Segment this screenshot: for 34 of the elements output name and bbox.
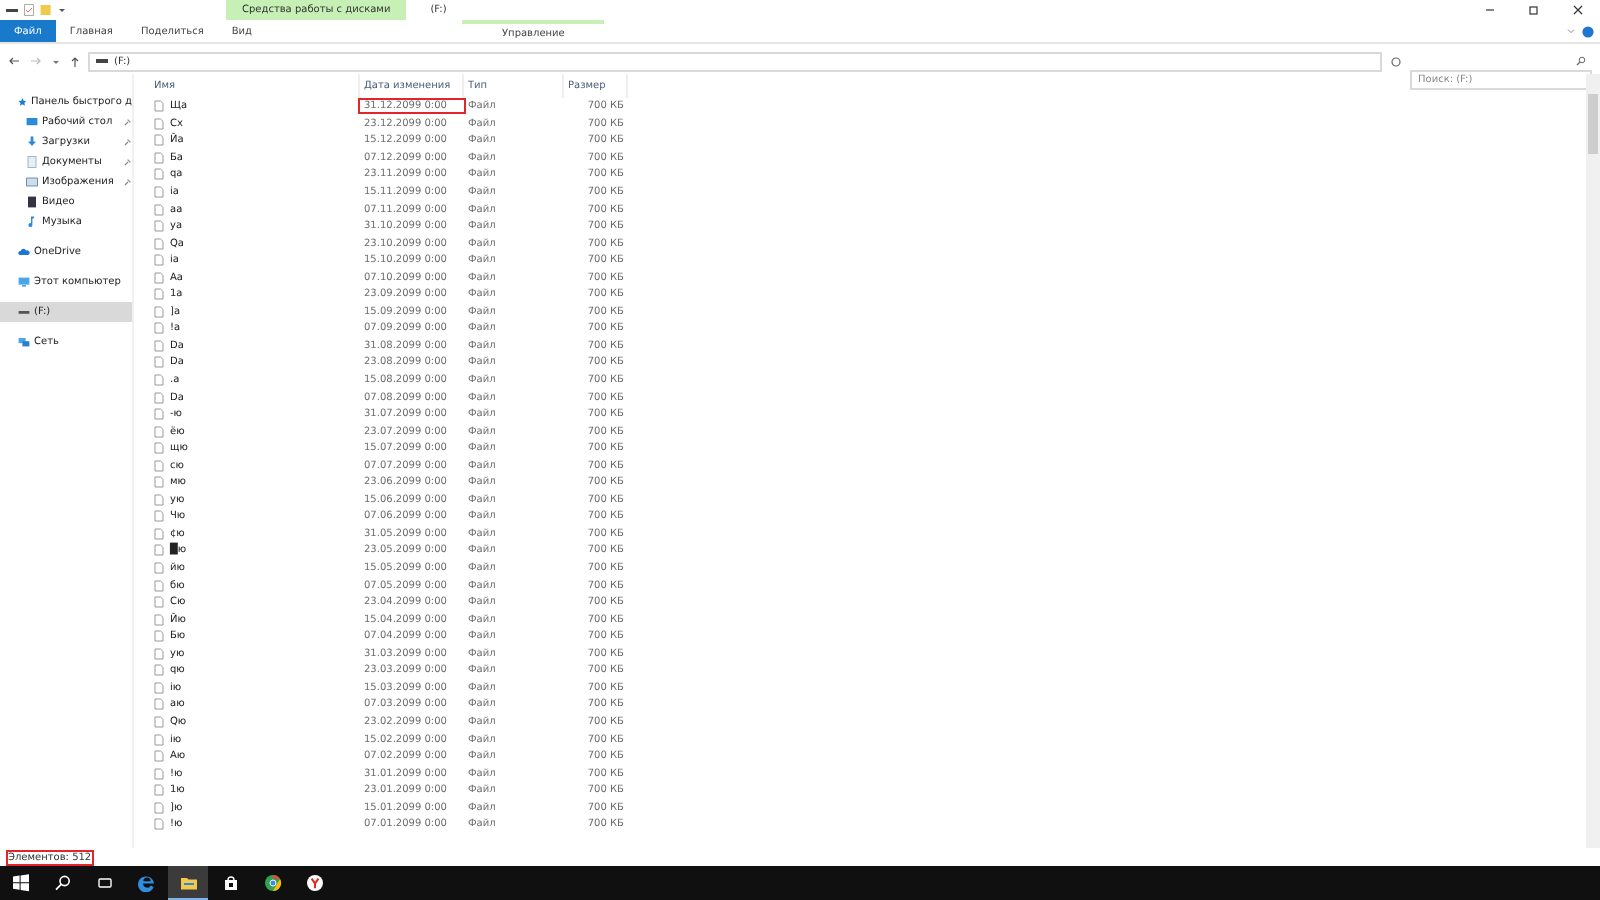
windows-icon <box>11 874 29 892</box>
task-view-icon <box>95 874 113 892</box>
store-icon <box>221 874 239 892</box>
chrome-icon <box>263 874 281 892</box>
star-icon <box>18 96 27 108</box>
back-arrow-icon[interactable] <box>8 56 20 66</box>
desktop-icon <box>26 116 38 128</box>
restore-icon <box>1528 4 1540 16</box>
drive-icon <box>6 6 18 14</box>
drive-icon <box>18 306 30 318</box>
download-icon <box>26 136 38 148</box>
search-icon <box>1576 56 1586 66</box>
computer-icon <box>18 276 30 288</box>
taskbar-button[interactable] <box>168 866 208 900</box>
properties-icon[interactable] <box>24 4 34 16</box>
document-icon <box>26 156 38 168</box>
browser-icon <box>137 874 155 892</box>
search-icon <box>53 874 71 892</box>
help-icon[interactable] <box>1582 25 1594 37</box>
close-icon <box>1572 4 1584 16</box>
minimize-icon <box>1484 4 1496 16</box>
folder-icon <box>179 873 197 891</box>
image-icon <box>26 176 38 188</box>
cloud-icon <box>18 246 30 258</box>
scrollbar[interactable] <box>1586 74 1600 848</box>
refresh-icon[interactable] <box>1390 55 1402 67</box>
drive-icon <box>96 58 108 64</box>
dropdown-icon[interactable] <box>58 6 66 14</box>
music-icon <box>26 216 38 228</box>
film-icon <box>26 196 38 208</box>
dropdown-icon[interactable] <box>52 57 60 65</box>
up-arrow-icon[interactable] <box>70 55 80 67</box>
network-icon <box>18 336 30 348</box>
yandex-icon <box>305 874 323 892</box>
